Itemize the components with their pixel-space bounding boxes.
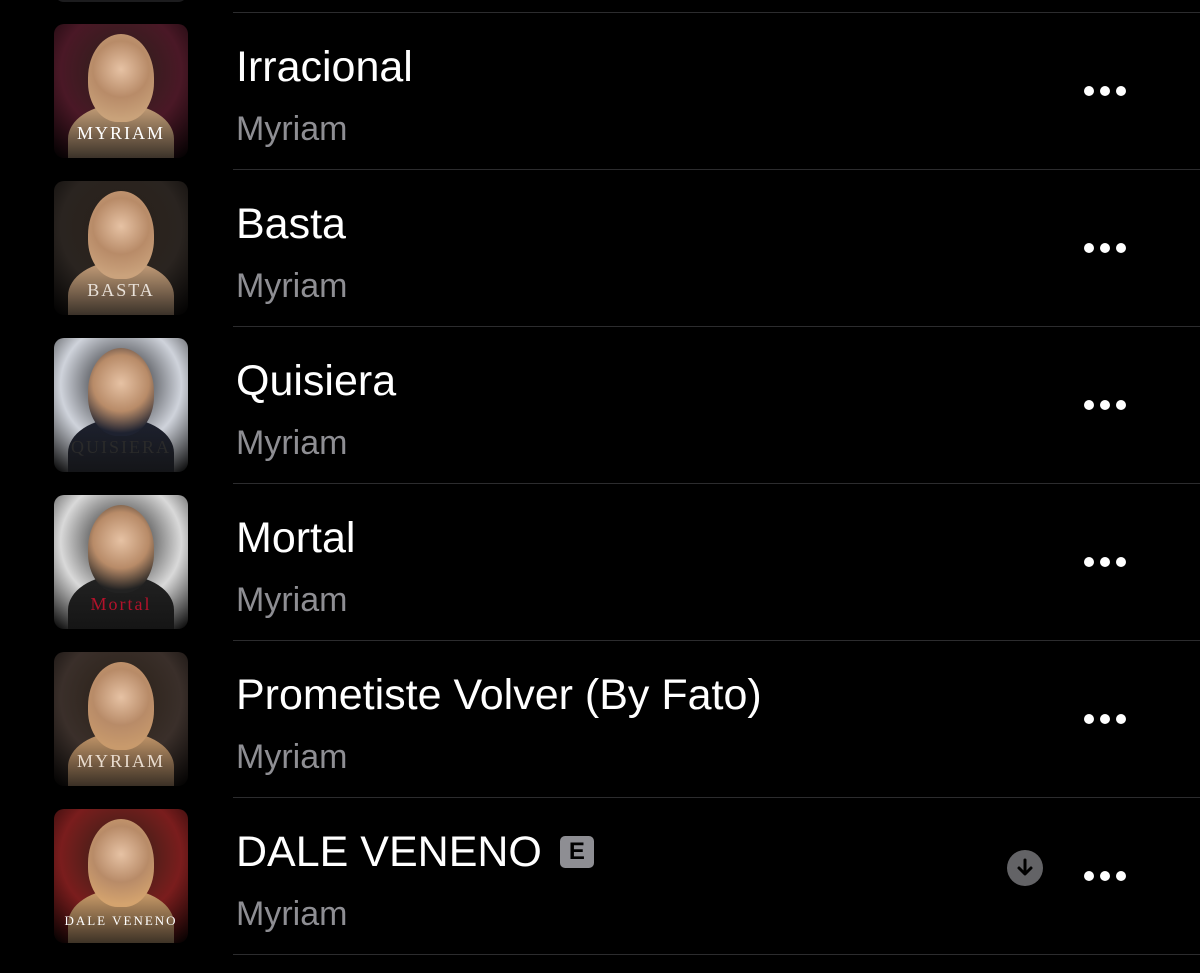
more-horizontal-icon: [1084, 557, 1094, 567]
more-horizontal-icon: [1084, 714, 1094, 724]
artwork-lettering: MYRIAM: [76, 123, 165, 143]
song-row[interactable]: MYRIAM Irracional Myriam: [0, 13, 1200, 170]
artwork-lettering: QUISIERA: [71, 437, 171, 457]
artwork-portrait: [88, 819, 154, 907]
song-artist: Myriam: [236, 424, 348, 462]
more-horizontal-icon: [1084, 400, 1094, 410]
more-options-button[interactable]: [1076, 701, 1134, 737]
more-horizontal-icon: [1100, 400, 1110, 410]
more-options-button[interactable]: [1076, 73, 1134, 109]
artwork-portrait: [88, 662, 154, 750]
explicit-badge: E: [559, 836, 594, 868]
more-horizontal-icon: [1100, 871, 1110, 881]
download-arrow-icon[interactable]: [1007, 850, 1043, 886]
song-artist: Myriam: [236, 110, 348, 148]
song-artist: Myriam: [236, 581, 348, 619]
artwork-portrait: [88, 191, 154, 279]
album-artwork[interactable]: MYRIAM: [54, 652, 188, 786]
more-horizontal-icon: [1100, 557, 1110, 567]
album-artwork[interactable]: MYRIAM: [54, 24, 188, 158]
more-options-button[interactable]: [1076, 858, 1134, 894]
song-list: MYRIAM Irracional Myriam BASTA Basta Myr…: [0, 13, 1200, 955]
song-artist: Myriam: [236, 895, 348, 933]
album-artwork[interactable]: Mortal: [54, 495, 188, 629]
artwork-portrait: [88, 505, 154, 593]
album-artwork[interactable]: BASTA: [54, 181, 188, 315]
song-list-screen: MYRIAM Irracional Myriam BASTA Basta Myr…: [0, 0, 1200, 973]
more-horizontal-icon: [1116, 243, 1126, 253]
more-horizontal-icon: [1116, 557, 1126, 567]
more-horizontal-icon: [1100, 243, 1110, 253]
more-horizontal-icon: [1084, 243, 1094, 253]
artwork-lettering: MYRIAM: [76, 751, 165, 771]
more-horizontal-icon: [1116, 714, 1126, 724]
more-options-button[interactable]: [1076, 387, 1134, 423]
artwork-portrait: [88, 348, 154, 436]
more-horizontal-icon: [1116, 871, 1126, 881]
song-title-row[interactable]: Mortal: [236, 514, 355, 562]
song-title-row[interactable]: Quisiera: [236, 357, 396, 405]
song-title-row[interactable]: DALE VENENO E: [236, 828, 594, 876]
song-row[interactable]: BASTA Basta Myriam: [0, 170, 1200, 327]
song-row[interactable]: Mortal Mortal Myriam: [0, 484, 1200, 641]
song-row[interactable]: QUISIERA Quisiera Myriam: [0, 327, 1200, 484]
previous-album-art-edge[interactable]: [54, 0, 188, 2]
more-horizontal-icon: [1100, 714, 1110, 724]
artwork-lettering: Mortal: [90, 594, 152, 614]
song-title: DALE VENENO: [236, 828, 542, 876]
more-horizontal-icon: [1084, 86, 1094, 96]
artwork-lettering: DALE VENENO: [64, 913, 178, 928]
artwork-lettering: BASTA: [87, 280, 155, 300]
song-artist: Myriam: [236, 738, 348, 776]
song-title: Quisiera: [236, 357, 397, 405]
song-title: Mortal: [236, 514, 356, 562]
song-artist: Myriam: [236, 267, 348, 305]
artwork-portrait: [88, 34, 154, 122]
song-row[interactable]: MYRIAM Prometiste Volver (By Fato) Myria…: [0, 641, 1200, 798]
song-title-row[interactable]: Prometiste Volver (By Fato): [236, 671, 762, 719]
song-title-row[interactable]: Basta: [236, 200, 346, 248]
more-horizontal-icon: [1116, 86, 1126, 96]
song-title: Basta: [236, 200, 346, 248]
more-horizontal-icon: [1100, 86, 1110, 96]
more-horizontal-icon: [1084, 871, 1094, 881]
more-options-button[interactable]: [1076, 544, 1134, 580]
song-title: Irracional: [236, 43, 413, 91]
row-separator: [233, 954, 1200, 955]
album-artwork[interactable]: DALE VENENO: [54, 809, 188, 943]
song-title: Prometiste Volver (By Fato): [236, 671, 762, 719]
more-options-button[interactable]: [1076, 230, 1134, 266]
album-artwork[interactable]: QUISIERA: [54, 338, 188, 472]
song-row[interactable]: DALE VENENO DALE VENENO E Myriam: [0, 798, 1200, 955]
more-horizontal-icon: [1116, 400, 1126, 410]
song-title-row[interactable]: Irracional: [236, 43, 413, 91]
